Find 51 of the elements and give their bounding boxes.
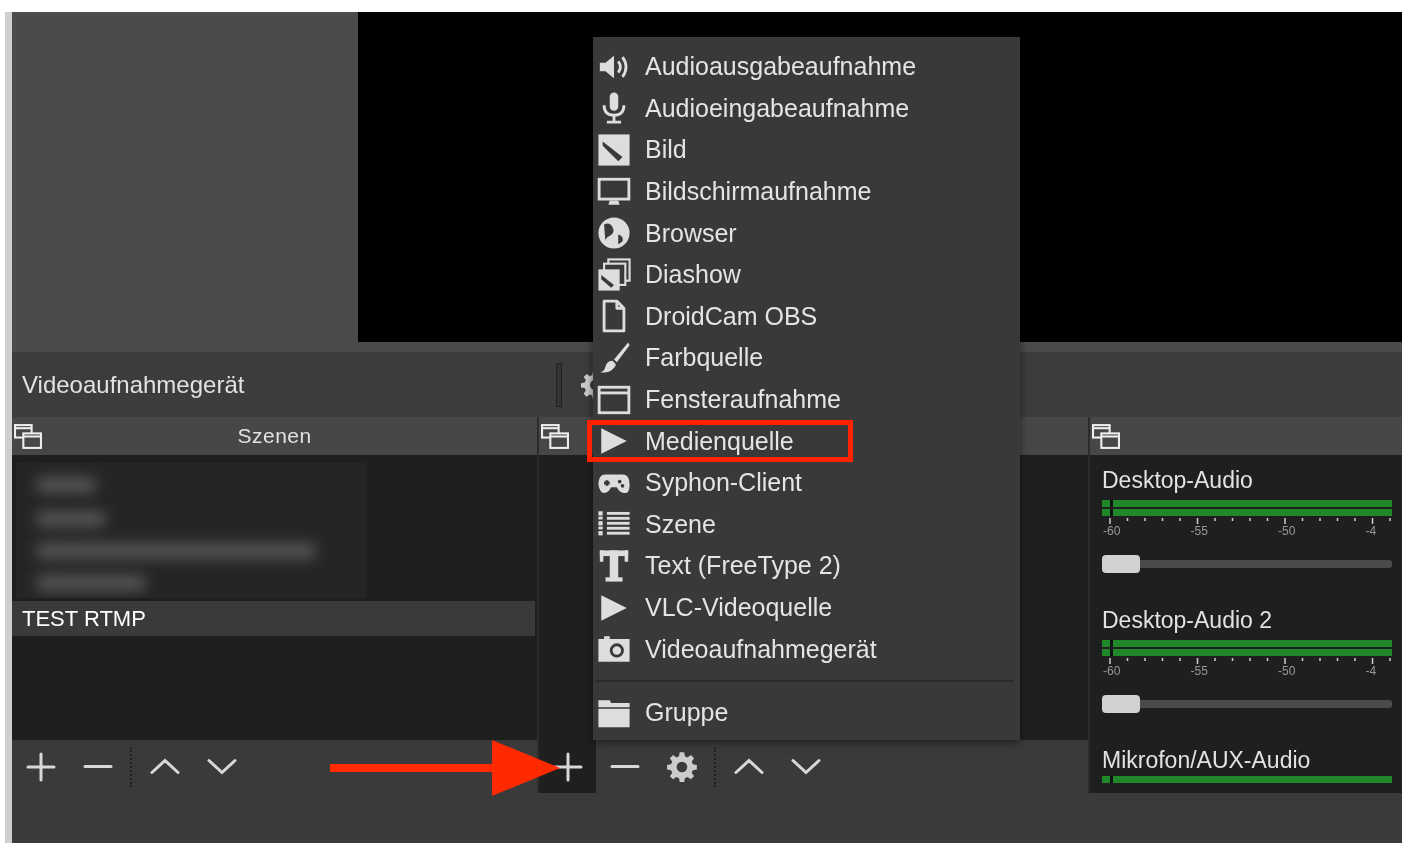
slider-thumb[interactable]: [1102, 555, 1140, 573]
up-icon: [732, 758, 765, 775]
undock-icon[interactable]: [1092, 423, 1120, 449]
tick-label: -60: [1103, 524, 1121, 538]
undock-icon[interactable]: [541, 423, 570, 449]
menu-item[interactable]: VLC-Videoquelle: [593, 586, 833, 629]
globe-icon: [597, 216, 631, 251]
tick-label: -60: [1103, 664, 1121, 678]
menu-item[interactable]: Browser: [593, 212, 737, 254]
menu-item[interactable]: Audioeingabeaufnahme: [593, 87, 910, 130]
source-name: Videoaufnahmegerät: [22, 370, 246, 399]
tick-label: -4: [1365, 524, 1377, 538]
minus-icon: [81, 764, 114, 769]
tick-label: -50: [1278, 664, 1296, 678]
menu-item[interactable]: Bild: [593, 129, 687, 171]
drag-handle[interactable]: [556, 362, 562, 407]
tick-label: -4: [1365, 664, 1377, 678]
menu-item[interactable]: Diashow: [593, 253, 741, 296]
text-icon: [597, 548, 631, 583]
menu-item[interactable]: Szene: [593, 503, 716, 546]
menu-item[interactable]: Audioausgabeaufnahme: [593, 46, 917, 88]
plus-button[interactable]: [539, 740, 597, 793]
menu-item[interactable]: Videoaufnahmegerät: [593, 628, 877, 670]
dock-title: Szenen: [236, 424, 313, 448]
menu-item[interactable]: Text (FreeType 2): [593, 545, 841, 587]
up-icon: [148, 758, 181, 775]
slideshow-icon: [597, 257, 631, 292]
volume-slider[interactable]: [1102, 695, 1392, 713]
menu-item[interactable]: Gruppe: [593, 691, 729, 734]
image-icon: [597, 133, 631, 167]
menu-item[interactable]: Fensteraufnahme: [593, 378, 841, 421]
menu-item[interactable]: DroidCam OBS: [593, 295, 818, 338]
down-icon: [789, 758, 822, 775]
menu-item[interactable]: Syphon-Client: [593, 461, 803, 504]
channel-name: Mikrofon/AUX-Audio: [1102, 747, 1312, 774]
scene-item[interactable]: TEST RTMP: [12, 601, 536, 636]
menu-item[interactable]: Medienquelle: [593, 420, 794, 462]
down-icon: [205, 758, 238, 775]
gear-icon: [665, 750, 698, 783]
undock-icon[interactable]: [14, 423, 42, 449]
menu-item[interactable]: Bildschirmaufnahme: [593, 170, 872, 213]
slider-thumb[interactable]: [1102, 695, 1140, 713]
menu-item[interactable]: Farbquelle: [593, 337, 764, 379]
channel-name: Desktop-Audio 2: [1102, 607, 1274, 634]
minus-icon: [608, 764, 641, 769]
tick-label: -55: [1190, 664, 1208, 678]
tick-label: -55: [1190, 524, 1208, 538]
plus-icon: [24, 750, 57, 783]
volume-slider[interactable]: [1102, 555, 1392, 573]
channel-name: Desktop-Audio: [1102, 467, 1254, 494]
tick-label: -50: [1278, 524, 1296, 538]
